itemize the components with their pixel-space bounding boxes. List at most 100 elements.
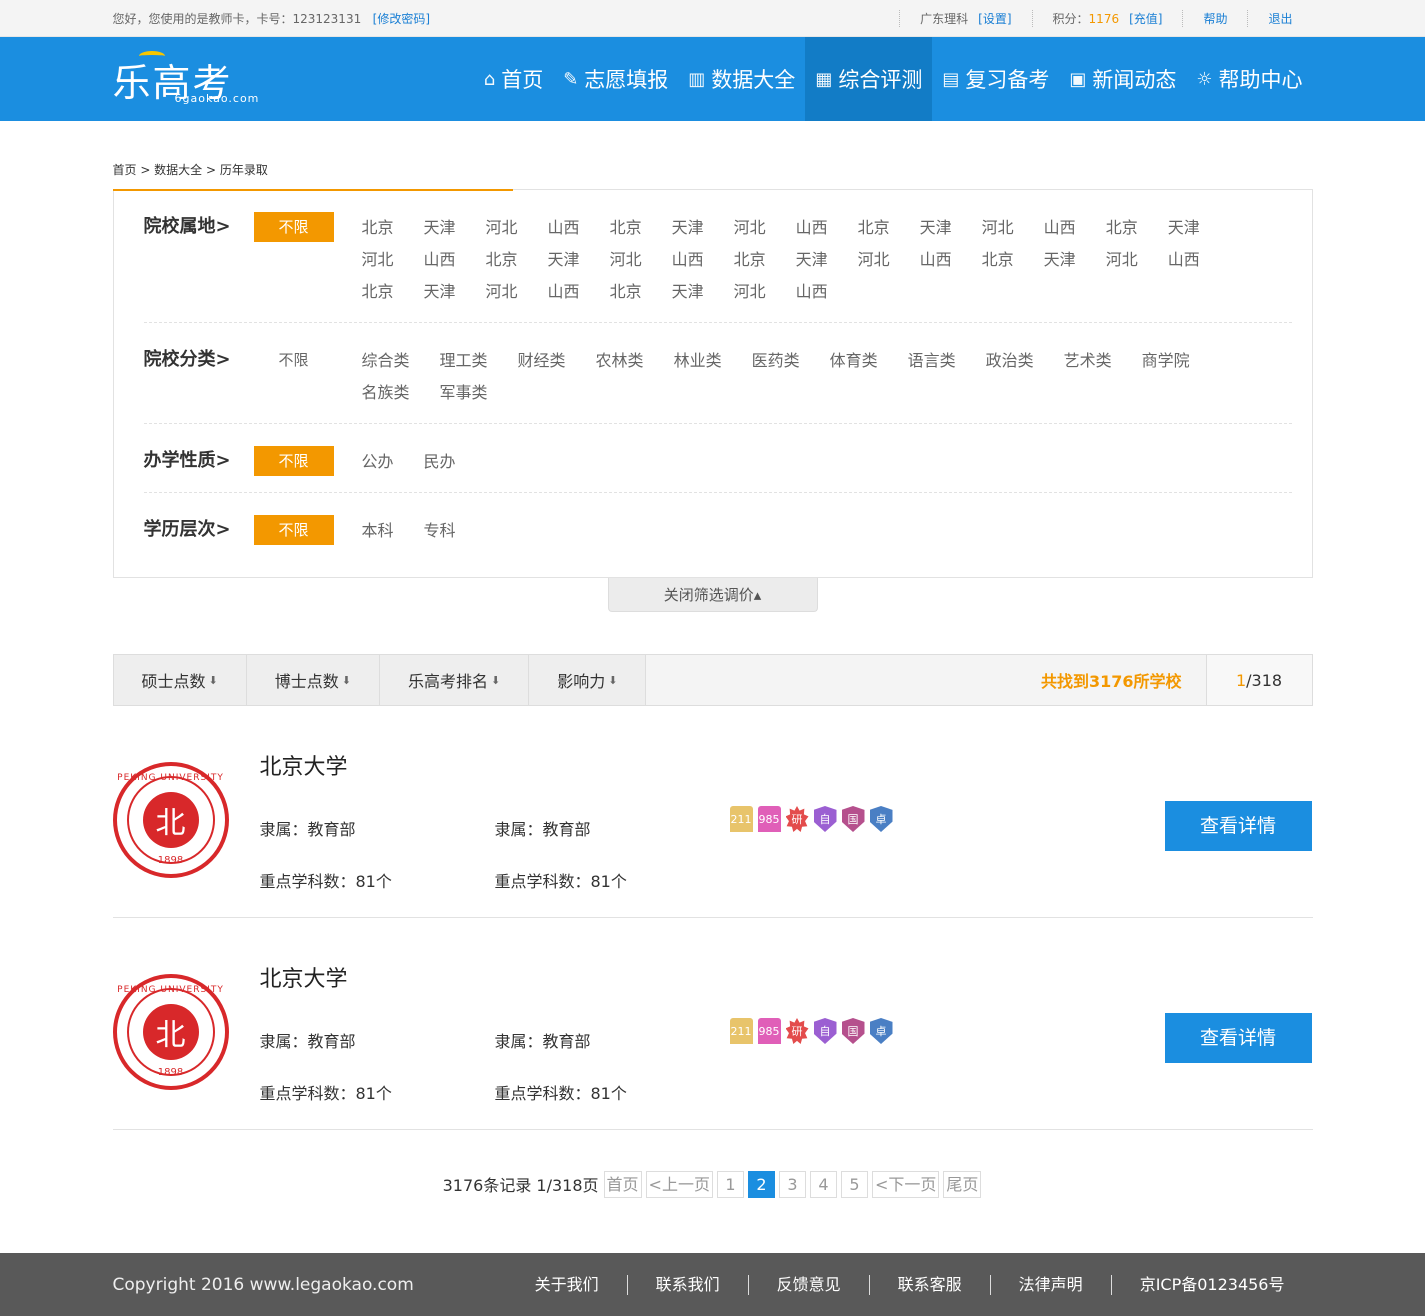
filter-option-location[interactable]: 天津: [920, 212, 952, 244]
footer-link[interactable]: 反馈意见: [747, 1274, 869, 1295]
filter-option-location[interactable]: 北京: [610, 212, 642, 244]
filter-option-category[interactable]: 综合类: [362, 345, 410, 377]
filter-option-location[interactable]: 天津: [1168, 212, 1200, 244]
nav-item-4[interactable]: ▤ 复习备考: [932, 37, 1059, 121]
filter-option-location[interactable]: 山西: [1168, 244, 1200, 276]
bar-chart-icon: ▥: [688, 68, 706, 90]
filter-option-category[interactable]: 名族类: [362, 377, 410, 409]
footer-link[interactable]: 法律声明: [989, 1274, 1111, 1295]
nav-item-2[interactable]: ▥ 数据大全: [678, 37, 805, 121]
filter-option-location[interactable]: 河北: [362, 244, 394, 276]
filter-option-category[interactable]: 军事类: [440, 377, 488, 409]
nav-item-5[interactable]: ▣ 新闻动态: [1059, 37, 1186, 121]
nav-item-0[interactable]: ⌂ 首页: [474, 37, 553, 121]
filter-option-location[interactable]: 山西: [424, 244, 456, 276]
pager-last[interactable]: 尾页: [943, 1170, 982, 1198]
filter-option-location[interactable]: 北京: [362, 212, 394, 244]
filter-all-category[interactable]: 不限: [254, 345, 334, 375]
filter-option-location[interactable]: 天津: [1044, 244, 1076, 276]
sort-2[interactable]: 乐高考排名 ⬇: [379, 655, 530, 705]
filter-option-location[interactable]: 河北: [734, 212, 766, 244]
filter-option-location[interactable]: 山西: [920, 244, 952, 276]
filter-all-level[interactable]: 不限: [253, 515, 334, 545]
filter-option-location[interactable]: 河北: [486, 212, 518, 244]
pager-page[interactable]: 3: [778, 1170, 806, 1198]
filter-option-location[interactable]: 天津: [548, 244, 580, 276]
filter-option-level[interactable]: 本科: [362, 515, 394, 547]
footer-link[interactable]: 关于我们: [507, 1275, 627, 1295]
filter-option-nature[interactable]: 民办: [424, 446, 456, 478]
filter-option-location[interactable]: 山西: [796, 212, 828, 244]
tag-985-icon: 985: [757, 1018, 781, 1044]
filter-option-location[interactable]: 天津: [424, 212, 456, 244]
filter-option-category[interactable]: 农林类: [596, 345, 644, 377]
filter-option-location[interactable]: 北京: [1106, 212, 1138, 244]
sort-1[interactable]: 博士点数 ⬇: [246, 655, 380, 705]
nav-item-1[interactable]: ✎ 志愿填报: [553, 37, 678, 121]
filter-option-location[interactable]: 北京: [982, 244, 1014, 276]
pager-page[interactable]: 4: [809, 1170, 837, 1198]
filter-option-location[interactable]: 天津: [672, 276, 704, 308]
sort-label: 硕士点数: [141, 672, 206, 691]
help-link[interactable]: 帮助: [1203, 10, 1227, 27]
filter-option-location[interactable]: 河北: [486, 276, 518, 308]
filter-all-location[interactable]: 不限: [253, 212, 334, 242]
site-logo[interactable]: 乐高考 6gaokao.com: [113, 37, 258, 121]
filter-option-category[interactable]: 林业类: [674, 345, 722, 377]
page-total: /318: [1246, 670, 1283, 690]
filter-option-level[interactable]: 专科: [424, 515, 456, 547]
filter-option-category[interactable]: 理工类: [440, 345, 488, 377]
filter-option-location[interactable]: 河北: [858, 244, 890, 276]
filter-option-location[interactable]: 天津: [424, 276, 456, 308]
pager-page[interactable]: 2: [747, 1170, 775, 1198]
footer-link[interactable]: 联系我们: [626, 1274, 748, 1295]
filter-option-location[interactable]: 山西: [1044, 212, 1076, 244]
recharge-link[interactable]: [充值]: [1129, 10, 1162, 27]
footer-link[interactable]: 京ICP备0123456号: [1110, 1274, 1313, 1295]
filter-option-location[interactable]: 河北: [1106, 244, 1138, 276]
filter-option-location[interactable]: 北京: [734, 244, 766, 276]
filter-option-location[interactable]: 天津: [796, 244, 828, 276]
nav-item-6[interactable]: ☼ 帮助中心: [1186, 37, 1312, 121]
pager-prev[interactable]: <上一页: [645, 1170, 713, 1198]
filter-option-location[interactable]: 山西: [548, 276, 580, 308]
pager-page[interactable]: 1: [716, 1170, 744, 1198]
pager-page[interactable]: 5: [840, 1170, 868, 1198]
nav-item-3[interactable]: ▦ 综合评测: [805, 37, 933, 121]
filter-option-nature[interactable]: 公办: [362, 446, 394, 478]
filter-option-location[interactable]: 北京: [858, 212, 890, 244]
view-details-button[interactable]: 查看详情: [1164, 1013, 1312, 1063]
filter-option-location[interactable]: 北京: [610, 276, 642, 308]
filter-option-location[interactable]: 北京: [486, 244, 518, 276]
filter-option-location[interactable]: 天津: [672, 212, 704, 244]
filter-option-location[interactable]: 山西: [796, 276, 828, 308]
logout-link[interactable]: 退出: [1268, 10, 1292, 27]
filter-option-category[interactable]: 医药类: [752, 345, 800, 377]
school-name[interactable]: 北京大学: [260, 961, 348, 993]
filter-option-category[interactable]: 财经类: [518, 345, 566, 377]
filter-option-category[interactable]: 体育类: [830, 345, 878, 377]
filter-option-location[interactable]: 北京: [362, 276, 394, 308]
filter-option-location[interactable]: 河北: [982, 212, 1014, 244]
sort-0[interactable]: 硕士点数 ⬇: [113, 655, 247, 705]
filter-option-category[interactable]: 商学院: [1142, 345, 1190, 377]
pager-next[interactable]: <下一页: [871, 1170, 940, 1198]
view-details-button[interactable]: 查看详情: [1164, 801, 1312, 851]
close-filter-button[interactable]: 关闭筛选调价▴: [607, 578, 818, 612]
filter-option-location[interactable]: 山西: [548, 212, 580, 244]
footer-link[interactable]: 联系客服: [868, 1274, 990, 1295]
nav-item-label: 帮助中心: [1218, 68, 1303, 92]
filter-option-category[interactable]: 语言类: [908, 345, 956, 377]
school-name[interactable]: 北京大学: [260, 749, 348, 781]
pager-first[interactable]: 首页: [603, 1170, 642, 1198]
filter-option-location[interactable]: 河北: [610, 244, 642, 276]
change-password-link[interactable]: [修改密码]: [373, 12, 430, 26]
filter-all-nature[interactable]: 不限: [253, 446, 334, 476]
sort-3[interactable]: 影响力 ⬇: [529, 655, 647, 705]
filter-option-category[interactable]: 政治类: [986, 345, 1034, 377]
filter-option-location[interactable]: 河北: [734, 276, 766, 308]
settings-link[interactable]: [设置]: [978, 10, 1011, 27]
filter-option-location[interactable]: 山西: [672, 244, 704, 276]
sort-label: 乐高考排名: [407, 672, 488, 691]
filter-option-category[interactable]: 艺术类: [1064, 345, 1112, 377]
